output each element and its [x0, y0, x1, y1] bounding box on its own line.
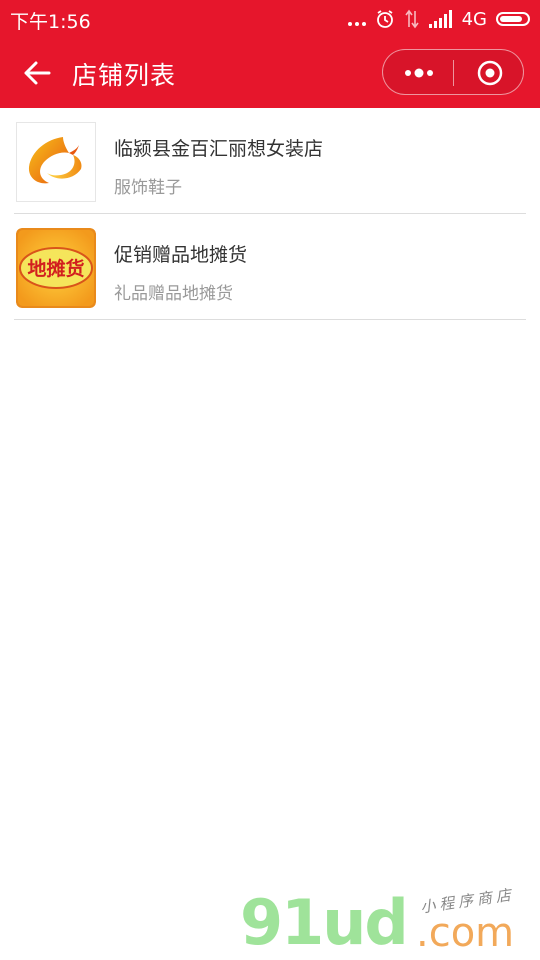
mini-program-capsule: [382, 49, 524, 95]
store-list-item[interactable]: 临颍县金百汇丽想女装店 服饰鞋子: [0, 108, 540, 214]
more-menu-icon[interactable]: [401, 63, 437, 83]
phoenix-logo-icon: [28, 137, 82, 184]
watermark-logo: 91ud: [240, 886, 409, 959]
signal-icon: [428, 10, 452, 28]
watermark-domain: .com: [416, 910, 515, 956]
network-type: 4G: [461, 8, 487, 30]
back-arrow-icon[interactable]: [22, 58, 52, 88]
battery-icon: [496, 12, 530, 26]
nav-bar: 店铺列表: [0, 38, 540, 108]
data-transfer-icon: [404, 9, 419, 29]
page-title: 店铺列表: [72, 61, 177, 90]
status-time: 下午1:56: [10, 11, 91, 33]
stall-logo-text: 地摊货: [27, 257, 84, 280]
stall-goods-logo: 地摊货: [16, 228, 96, 308]
store-category: 服饰鞋子: [114, 178, 182, 198]
more-notifications-icon: [347, 12, 366, 26]
store-name: 临颍县金百汇丽想女装店: [114, 138, 324, 160]
store-category: 礼品赠品地摊货: [114, 284, 233, 304]
status-bar: 下午1:56 4G: [0, 0, 540, 38]
store-name: 促销赠品地摊货: [114, 244, 248, 266]
store-logo: [16, 122, 96, 202]
capsule-divider: [453, 60, 454, 86]
divider: [14, 319, 526, 320]
status-icons: 4G: [347, 6, 530, 32]
store-list: 临颍县金百汇丽想女装店 服饰鞋子 地摊货 促销赠品地摊货 礼品赠品地摊货: [0, 108, 540, 320]
store-logo: 地摊货: [16, 228, 96, 308]
close-mini-program-icon[interactable]: [477, 60, 503, 86]
alarm-icon: [376, 10, 393, 28]
store-list-item[interactable]: 地摊货 促销赠品地摊货 礼品赠品地摊货: [0, 214, 540, 320]
watermark: 91ud 小程序商店 .com: [240, 885, 540, 960]
